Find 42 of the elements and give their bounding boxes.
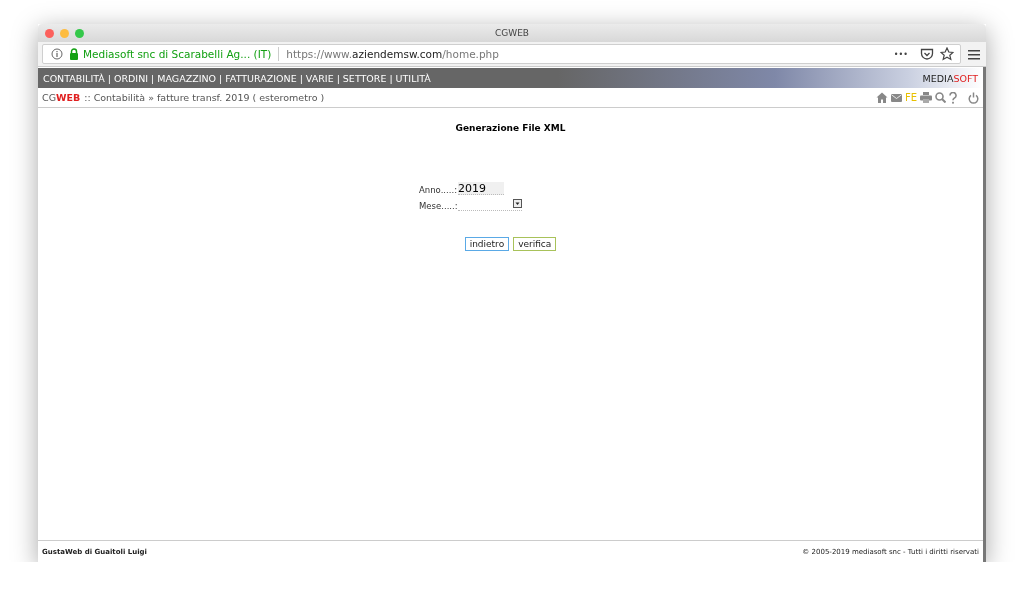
- envelope-icon[interactable]: [890, 93, 902, 102]
- menu-item[interactable]: CONTABILITÀ: [43, 72, 105, 84]
- field-label: Anno.....:: [419, 185, 456, 195]
- url-text: https://www.aziendemsw.com/home.php: [286, 48, 499, 60]
- pocket-icon[interactable]: [920, 47, 934, 61]
- menu-item[interactable]: ORDINI: [113, 72, 149, 84]
- back-button[interactable]: indietro: [464, 237, 510, 251]
- printer-icon[interactable]: [920, 92, 932, 103]
- menu-separator: |: [336, 72, 340, 84]
- home-icon[interactable]: [875, 92, 888, 103]
- menu-item[interactable]: UTILITÀ: [395, 72, 431, 84]
- brand-logo: MEDIASOFT: [922, 72, 978, 84]
- menu-separator: |: [151, 72, 155, 84]
- menu-item[interactable]: SETTORE: [342, 72, 387, 84]
- field-label: Mese.....:: [419, 201, 456, 211]
- app-logo: CGWEB: [42, 92, 81, 103]
- power-icon[interactable]: [968, 91, 979, 104]
- zoom-button[interactable]: [75, 28, 84, 38]
- menu-icon[interactable]: [968, 48, 980, 60]
- menu-item[interactable]: MAGAZZINO: [157, 72, 217, 84]
- menu-separator: |: [107, 72, 111, 84]
- help-icon[interactable]: [949, 91, 957, 104]
- month-dropdown[interactable]: [458, 197, 522, 211]
- site-identity: Mediasoft snc di Scarabelli Ag... (IT): [83, 48, 272, 60]
- menu-separator: |: [389, 72, 393, 84]
- form-title: Generazione File XML: [455, 123, 566, 133]
- search-icon[interactable]: [935, 92, 946, 103]
- breadcrumb-path: :: Contabilità » fatture transf. 2019 ( esterometro ): [84, 92, 325, 103]
- year-field[interactable]: 2019: [458, 182, 504, 195]
- menu-separator: |: [299, 72, 303, 84]
- address-field[interactable]: Mediasoft snc di Scarabelli Ag... (IT) https://www.aziendemsw.com/home.php •••: [42, 44, 961, 64]
- window-title: CGWEB: [495, 28, 529, 38]
- menu-separator: |: [219, 72, 223, 84]
- dropdown-arrow-icon: [513, 199, 522, 208]
- lock-icon: [69, 48, 79, 60]
- more-button[interactable]: •••: [893, 49, 908, 59]
- star-icon[interactable]: [940, 47, 954, 61]
- info-icon: [51, 48, 63, 60]
- menu-item[interactable]: FATTURAZIONE: [225, 72, 297, 84]
- menu-item[interactable]: VARIE: [305, 72, 334, 84]
- close-button[interactable]: [45, 28, 54, 38]
- verify-button[interactable]: verifica: [513, 237, 557, 251]
